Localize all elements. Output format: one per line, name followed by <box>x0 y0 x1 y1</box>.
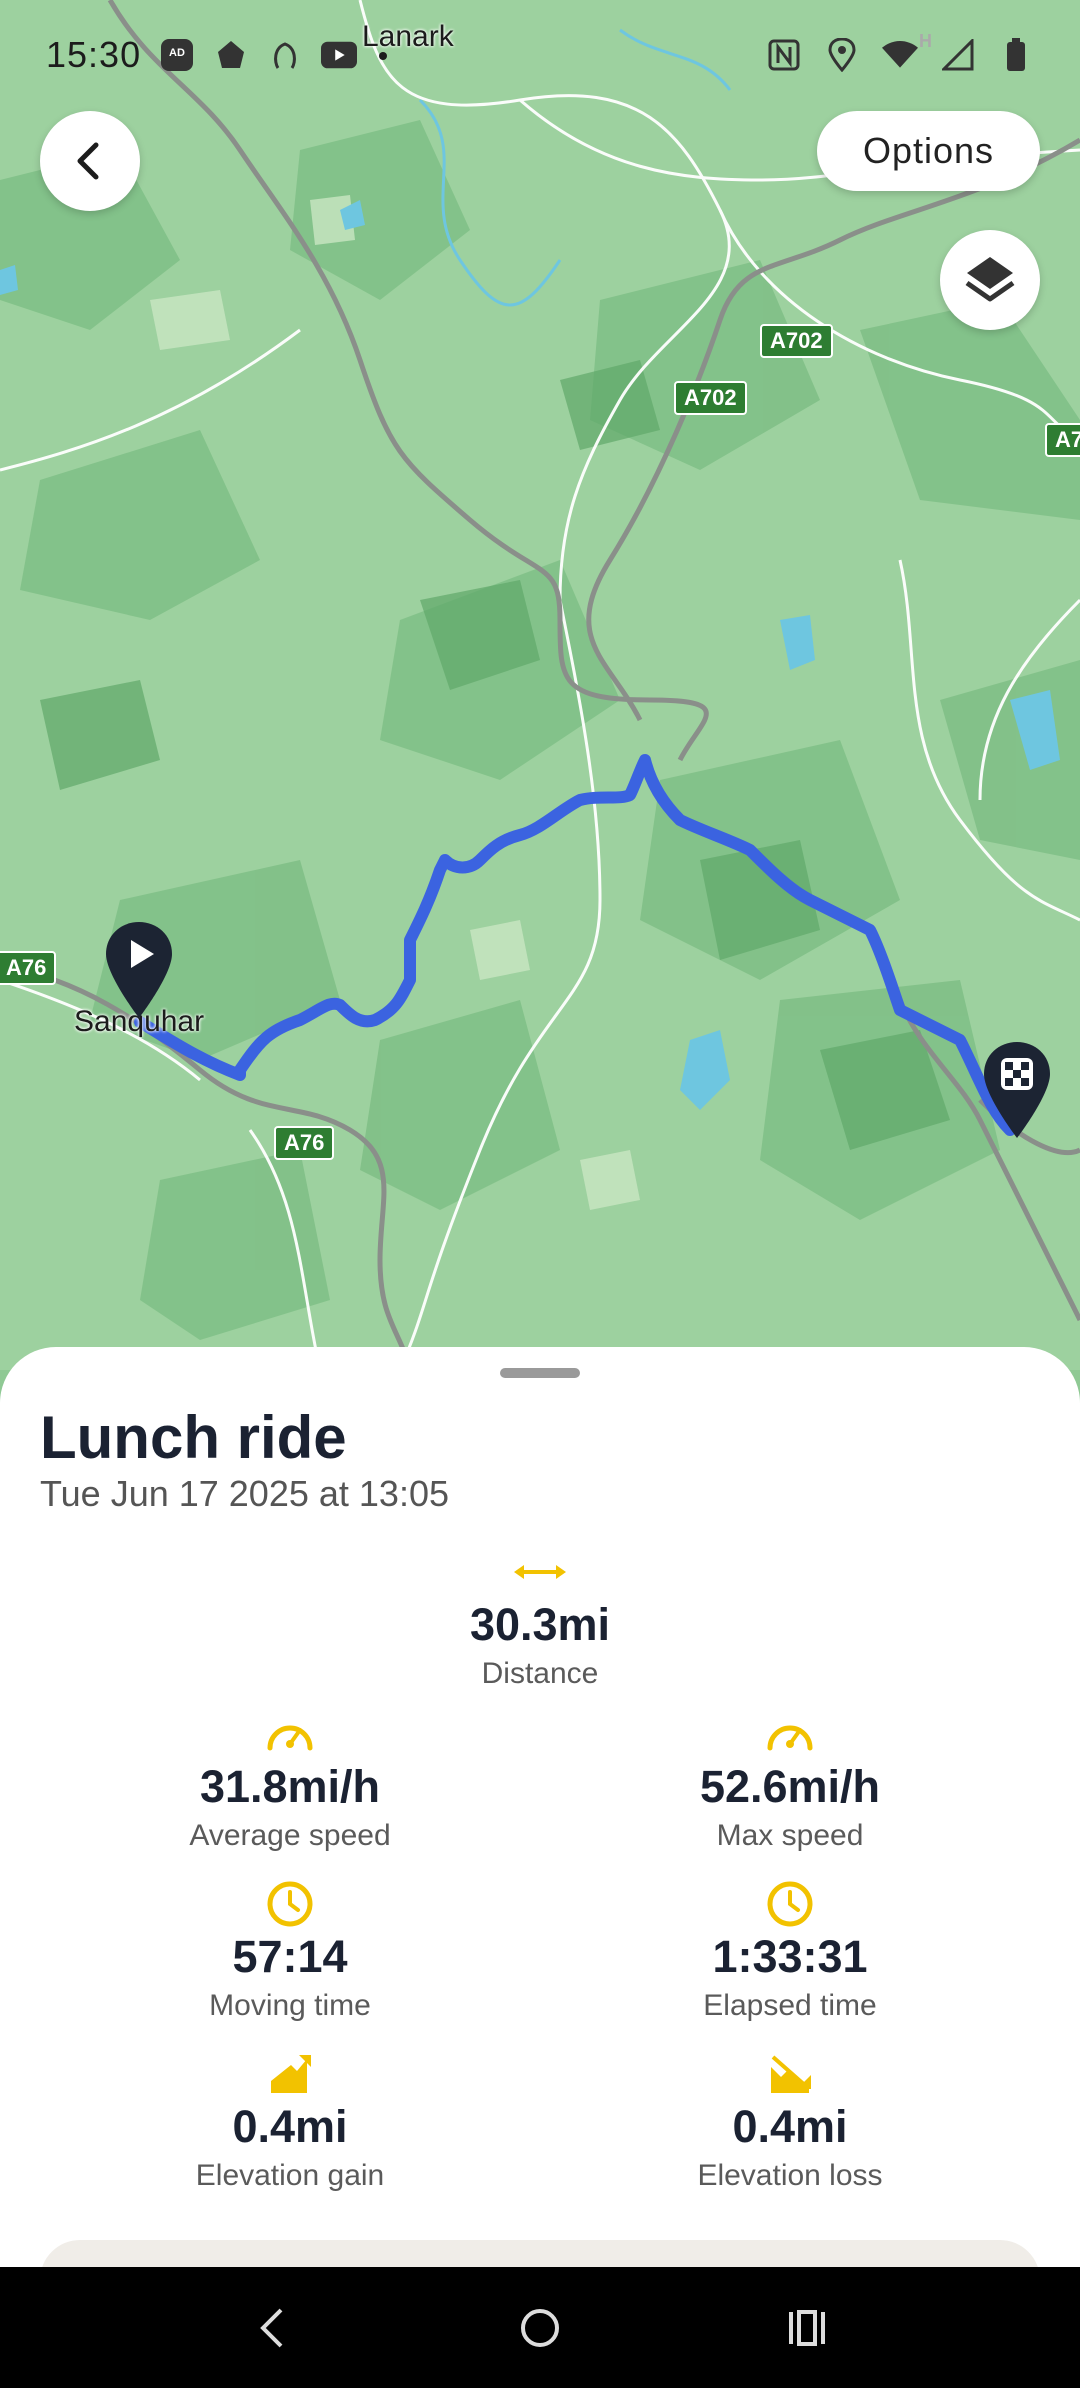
stat-moving-time: 57:14 Moving time <box>70 1879 510 2023</box>
svg-text:AD: AD <box>169 47 185 59</box>
nav-recents-button[interactable] <box>757 2278 857 2378</box>
stat-value: 30.3mi <box>469 1599 611 1650</box>
options-button[interactable]: Options <box>817 111 1040 191</box>
sheet-drag-handle[interactable] <box>500 1368 580 1378</box>
activity-title: Lunch ride <box>40 1404 347 1471</box>
wifi-icon: H <box>882 31 932 73</box>
stat-value: 52.6mi/h <box>699 1761 881 1812</box>
elevation-loss-icon <box>570 2049 1010 2099</box>
chevron-left-icon <box>77 142 99 180</box>
activity-date: Tue Jun 17 2025 at 13:05 <box>40 1473 449 1514</box>
start-flag-icon <box>106 922 172 1018</box>
youtube-icon <box>321 37 358 73</box>
road-shield-a702: A702 <box>674 381 747 415</box>
stat-value: 31.8mi/h <box>199 1761 381 1812</box>
road-shield-a76: A76 <box>0 951 57 985</box>
nav-home-button[interactable] <box>490 2278 590 2378</box>
finish-flag-icon <box>984 1042 1050 1138</box>
road-shield-a76: A76 <box>274 1126 335 1160</box>
stat-label: Elevation loss <box>697 2159 883 2192</box>
road-shield-a7: A7 <box>1045 423 1080 457</box>
status-time: 15:30 <box>46 34 142 75</box>
nav-home-icon <box>520 2308 559 2347</box>
route-map[interactable]: Lanark Sanquhar A702 A702 A7 A76 A76 <box>0 0 1080 1370</box>
nfc-icon <box>766 37 802 73</box>
status-bar: 15:30 AD H <box>0 0 1080 110</box>
activity-bottom-sheet[interactable]: Lunch ride Tue Jun 17 2025 at 13:05 30.3… <box>0 1347 1080 2300</box>
stat-label: Average speed <box>189 1819 391 1852</box>
stat-label: Distance <box>481 1657 599 1690</box>
nav-back-icon <box>260 2308 283 2347</box>
stat-value: 1:33:31 <box>712 1931 868 1982</box>
end-marker[interactable] <box>982 1040 1052 1140</box>
map-layers-button[interactable] <box>940 230 1040 330</box>
stat-max-speed: 52.6mi/h Max speed <box>570 1709 1010 1853</box>
speedometer-icon <box>570 1709 1010 1759</box>
nav-back-button[interactable] <box>223 2278 323 2378</box>
stat-value: 0.4mi <box>232 2101 348 2152</box>
elevation-gain-icon <box>70 2049 510 2099</box>
stat-label: Max speed <box>716 1819 864 1852</box>
road-shield-a702: A702 <box>760 324 833 358</box>
stat-value: 57:14 <box>232 1931 348 1982</box>
layers-icon <box>965 257 1015 302</box>
location-icon <box>824 37 860 73</box>
clock-icon <box>70 1879 510 1929</box>
stat-elevation-gain: 0.4mi Elevation gain <box>70 2049 510 2193</box>
signal-icon <box>940 37 976 73</box>
stat-label: Elapsed time <box>703 1989 877 2022</box>
system-nav-bar <box>0 2267 1080 2388</box>
bank-icon <box>213 37 249 73</box>
clock-icon <box>570 1879 1010 1929</box>
stat-label: Moving time <box>209 1989 371 2022</box>
stat-distance: 30.3mi Distance <box>320 1547 760 1691</box>
stat-elevation-loss: 0.4mi Elevation loss <box>570 2049 1010 2193</box>
stat-elapsed-time: 1:33:31 Elapsed time <box>570 1879 1010 2023</box>
adblock-icon: AD <box>159 37 195 73</box>
distance-icon <box>320 1547 760 1597</box>
stat-value: 0.4mi <box>732 2101 848 2152</box>
start-marker[interactable] <box>104 920 174 1020</box>
back-button[interactable] <box>40 111 140 211</box>
battery-icon <box>998 37 1034 73</box>
speedometer-icon <box>70 1709 510 1759</box>
fingerprint-icon <box>267 37 303 73</box>
stat-average-speed: 31.8mi/h Average speed <box>70 1709 510 1853</box>
nav-recents-icon <box>788 2309 825 2346</box>
map-canvas <box>0 0 1080 1370</box>
network-type-label: H <box>919 31 932 51</box>
stat-label: Elevation gain <box>195 2159 385 2192</box>
